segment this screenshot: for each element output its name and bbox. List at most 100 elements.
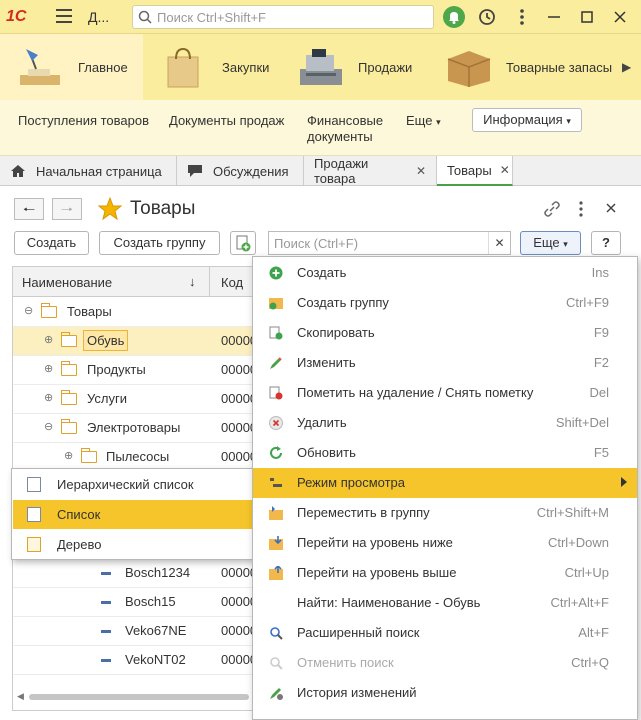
menu-item-create[interactable]: Создать Ins: [253, 258, 637, 288]
menu-item-move-to-group[interactable]: Переместить в группу Ctrl+Shift+M: [253, 498, 637, 528]
link-icon[interactable]: [543, 200, 561, 218]
expand-icon[interactable]: ⊕: [44, 335, 54, 346]
table-row[interactable]: ⊖ Электротовары 00000: [13, 414, 254, 443]
tab-discussions[interactable]: Обсуждения: [177, 156, 304, 186]
cancel-search-icon: [270, 657, 283, 670]
menu-item-level-up[interactable]: Перейти на уровень выше Ctrl+Up: [253, 558, 637, 588]
column-header-name[interactable]: Наименование: [22, 275, 112, 290]
info-button[interactable]: Информация ▾: [472, 108, 582, 132]
scroll-left-icon[interactable]: ◀: [17, 691, 25, 701]
close-tab-icon[interactable]: ✕: [500, 163, 510, 177]
table-row[interactable]: ⊕ Продукты 00000: [13, 356, 254, 385]
menu-item-refresh[interactable]: Обновить F5: [253, 438, 637, 468]
help-button[interactable]: ?: [591, 231, 621, 255]
link-financial-documents-line1[interactable]: Финансовые: [307, 113, 383, 128]
add-folder-icon: [269, 298, 283, 310]
search-icon: [270, 627, 283, 640]
create-button[interactable]: Создать: [14, 231, 89, 255]
view-mode-label: Список: [57, 507, 101, 522]
table-row[interactable]: ⊖ Товары: [13, 298, 254, 327]
section-inventory[interactable]: Товарные запасы: [444, 34, 619, 100]
section-commands-panel: Поступления товаров Документы продаж Фин…: [0, 100, 641, 156]
menu-item-mark-delete[interactable]: Пометить на удаление / Снять пометку Del: [253, 378, 637, 408]
favorite-star-icon[interactable]: [98, 197, 122, 221]
tab-sales-goods[interactable]: Продажи товара ✕: [304, 156, 437, 186]
menu-item-copy[interactable]: Скопировать F9: [253, 318, 637, 348]
link-incoming-goods[interactable]: Поступления товаров: [18, 113, 149, 128]
column-header-code[interactable]: Код: [221, 275, 243, 290]
table-row[interactable]: ⊕ Услуги 00000: [13, 385, 254, 414]
item-icon: [101, 659, 111, 662]
create-copy-button[interactable]: [230, 231, 256, 255]
tab-home[interactable]: Начальная страница: [0, 156, 177, 186]
page-title: Товары: [130, 198, 196, 219]
shopping-bag-icon: [167, 47, 199, 88]
tab-goods-label: Товары: [447, 162, 492, 178]
view-mode-label: Дерево: [57, 537, 102, 552]
menu-item-create-group[interactable]: Создать группу Ctrl+F9: [253, 288, 637, 318]
main-menu-icon[interactable]: [56, 9, 72, 23]
collapse-icon[interactable]: ⊖: [24, 306, 34, 317]
row-name: Bosch15: [125, 594, 176, 609]
section-purchases[interactable]: Закупки: [160, 34, 290, 100]
folder-down-icon: [269, 536, 283, 550]
history-icon[interactable]: [476, 6, 498, 28]
menu-item-advanced-search[interactable]: Расширенный поиск Alt+F: [253, 618, 637, 648]
row-name: Электротовары: [87, 420, 181, 435]
menu-item-level-down[interactable]: Перейти на уровень ниже Ctrl+Down: [253, 528, 637, 558]
link-financial-documents-line2[interactable]: документы: [307, 129, 373, 144]
menu-item-view-mode[interactable]: Режим просмотра: [253, 468, 637, 498]
home-icon: [11, 165, 25, 177]
view-mode-list[interactable]: Список: [13, 500, 252, 529]
menu-dots-icon[interactable]: [511, 6, 533, 28]
menu-item-find-by-name[interactable]: Найти: Наименование - Обувь Ctrl+Alt+F: [253, 588, 637, 618]
collapse-icon[interactable]: ⊖: [44, 422, 54, 433]
more-actions-menu: Создать Ins Создать группу Ctrl+F9 Скопи…: [252, 256, 638, 720]
close-form-icon[interactable]: [604, 201, 618, 215]
back-button[interactable]: 🠐: [14, 198, 44, 220]
more-button-label: Еще: [533, 235, 560, 250]
view-mode-hierarchical-list[interactable]: Иерархический список: [13, 470, 252, 499]
more-button[interactable]: Еще ▾: [520, 231, 581, 255]
menu-item-shortcut: Ctrl+Down: [547, 535, 609, 550]
notification-bell-icon[interactable]: [443, 6, 465, 28]
tab-goods[interactable]: Товары ✕: [437, 156, 513, 186]
menu-item-shortcut: Del: [589, 385, 609, 400]
close-window-icon[interactable]: [609, 6, 631, 28]
section-inventory-label: Товарные запасы: [506, 59, 613, 75]
row-name: Bosch1234: [125, 565, 191, 580]
global-search-input[interactable]: Поиск Ctrl+Shift+F: [132, 5, 434, 29]
table-row[interactable]: Bosch15 00000: [13, 588, 254, 617]
subpanel-more-link[interactable]: Еще ▾: [406, 113, 441, 128]
table-row[interactable]: VekoNT02 00000: [13, 646, 254, 675]
horizontal-scrollbar[interactable]: [29, 694, 249, 700]
menu-item-label: Создать группу: [297, 295, 389, 310]
form-menu-dots-icon[interactable]: [574, 200, 588, 218]
sections-scroll-right-icon[interactable]: ▶: [622, 60, 631, 74]
create-group-button[interactable]: Создать группу: [99, 231, 220, 255]
menu-item-change-history[interactable]: История изменений: [253, 678, 637, 708]
expand-icon[interactable]: ⊕: [44, 364, 54, 375]
maximize-icon[interactable]: [576, 6, 598, 28]
clear-search-icon[interactable]: ✕: [488, 232, 510, 254]
expand-icon[interactable]: ⊕: [64, 451, 74, 462]
table-row-selected[interactable]: ⊕ Обувь 00000: [13, 327, 255, 356]
forward-button[interactable]: 🠒: [52, 198, 82, 220]
table-row[interactable]: Bosch1234 00000: [13, 559, 254, 588]
link-sales-documents[interactable]: Документы продаж: [169, 113, 284, 128]
menu-item-cancel-search[interactable]: Отменить поиск Ctrl+Q: [253, 648, 637, 678]
row-name: Veko67NE: [125, 623, 187, 638]
view-mode-tree[interactable]: Дерево: [13, 530, 252, 559]
table-header: Наименование ↓ Код: [13, 267, 254, 297]
row-code: 00000: [221, 333, 255, 348]
table-row[interactable]: Veko67NE 00000: [13, 617, 254, 646]
minimize-icon[interactable]: [543, 6, 565, 28]
list-search-input[interactable]: Поиск (Ctrl+F) ✕: [268, 231, 511, 255]
expand-icon[interactable]: ⊕: [44, 393, 54, 404]
hierarchical-list-icon: [27, 477, 41, 492]
close-tab-icon[interactable]: ✕: [416, 164, 426, 178]
section-sales[interactable]: Продажи: [296, 34, 436, 100]
menu-item-delete[interactable]: Удалить Shift+Del: [253, 408, 637, 438]
menu-item-edit[interactable]: Изменить F2: [253, 348, 637, 378]
section-main[interactable]: Главное: [0, 34, 143, 100]
